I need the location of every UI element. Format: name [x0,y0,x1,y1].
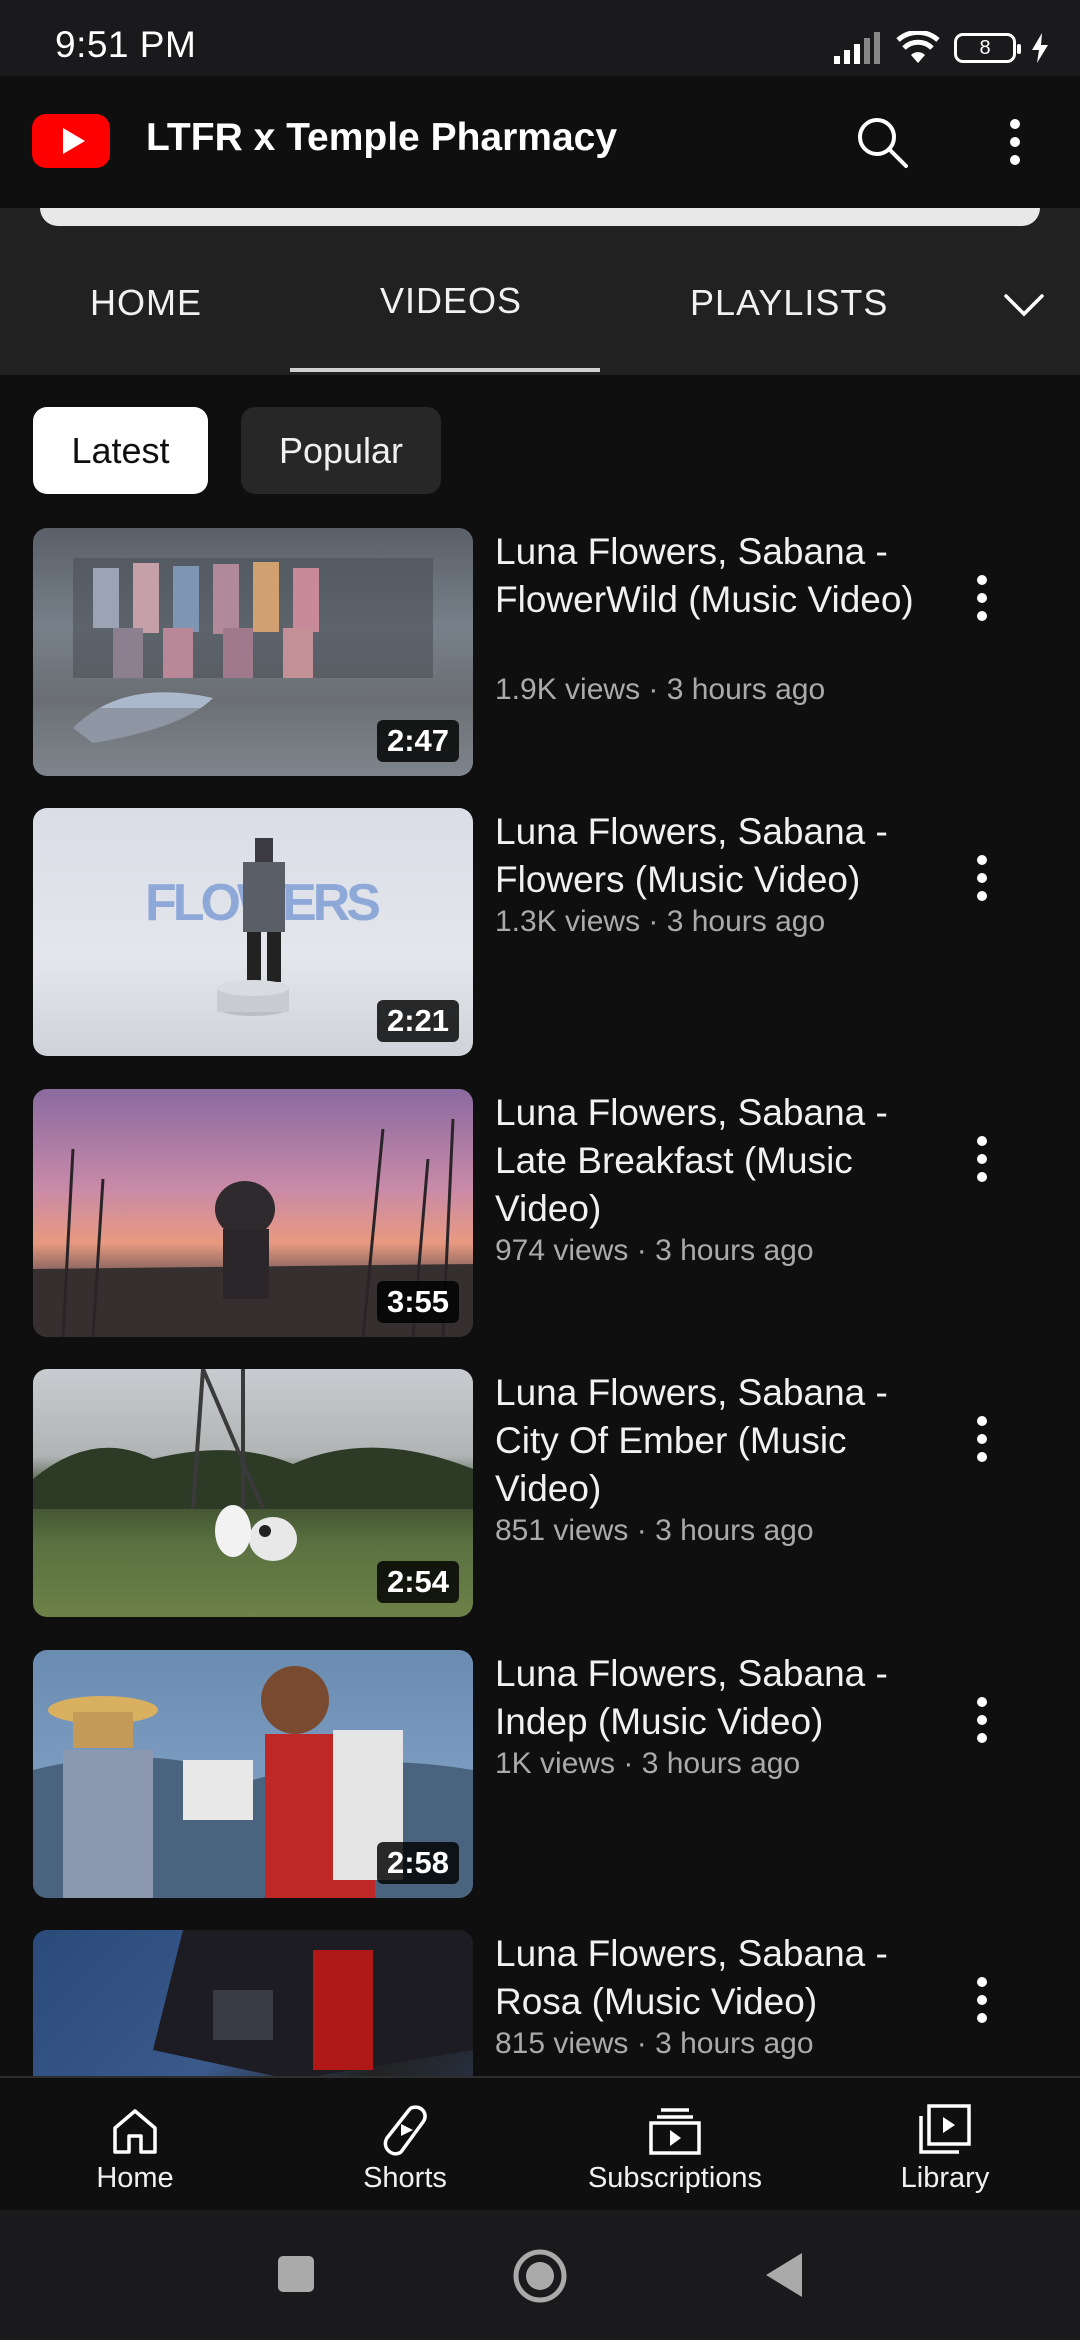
video-thumbnail[interactable]: FLOWERS 2:21 [33,808,473,1056]
shorts-icon [383,2105,427,2156]
video-item[interactable]: 2:47 Luna Flowers, Sabana - FlowerWild (… [0,528,1080,788]
video-title[interactable]: Luna Flowers, Sabana - Late Breakfast (M… [495,1089,915,1233]
tab-videos[interactable]: VIDEOS [380,280,522,322]
channel-banner-edge [40,208,1040,226]
recents-icon[interactable] [276,2254,316,2294]
more-options-icon[interactable] [962,1970,1002,2030]
nav-label: Home [96,2162,174,2194]
nav-library[interactable]: Library [810,2078,1080,2210]
nav-shorts[interactable]: Shorts [270,2078,540,2210]
youtube-logo-icon[interactable] [32,114,110,168]
video-title[interactable]: Luna Flowers, Sabana - Indep (Music Vide… [495,1650,915,1746]
status-bar: 9:51 PM 8 [0,0,1080,76]
video-item[interactable]: FLOWERS 2:21 Luna Flowers, Sabana - Flow… [0,808,1080,1068]
library-icon [919,2104,971,2154]
video-thumbnail[interactable]: 2:58 [33,1650,473,1898]
video-meta: 1.3K views · 3 hours ago [495,905,826,938]
status-time: 9:51 PM [55,24,197,65]
chip-popular[interactable]: Popular [241,407,441,494]
video-title[interactable]: Luna Flowers, Sabana - FlowerWild (Music… [495,528,915,624]
duration-badge: 2:21 [376,1000,459,1042]
more-options-icon[interactable] [962,1409,1002,1469]
tab-home[interactable]: HOME [90,282,202,324]
home-icon [113,2109,157,2154]
nav-label: Library [900,2162,990,2194]
video-title[interactable]: Luna Flowers, Sabana - Rosa (Music Video… [495,1930,915,2026]
battery-level: 8 [979,36,991,59]
video-title[interactable]: Luna Flowers, Sabana - City Of Ember (Mu… [495,1369,915,1513]
video-item[interactable]: 2:54 Luna Flowers, Sabana - City Of Embe… [0,1369,1080,1629]
duration-badge: 2:54 [376,1561,459,1603]
battery-icon: 8 [954,33,1021,63]
chip-latest[interactable]: Latest [33,407,208,494]
signal-icon [834,32,880,64]
nav-subscriptions[interactable]: Subscriptions [540,2078,810,2210]
charging-icon [1032,33,1048,63]
video-title[interactable]: Luna Flowers, Sabana - Flowers (Music Vi… [495,808,915,904]
video-thumbnail[interactable]: 2:47 [33,528,473,776]
wifi-icon [896,31,940,63]
app-bar: LTFR x Temple Pharmacy [0,76,1080,208]
status-icons: 8 [834,28,1050,68]
chevron-down-icon[interactable] [1002,290,1046,320]
video-meta: 974 views · 3 hours ago [495,1234,814,1267]
video-meta: 815 views · 3 hours ago [495,2027,814,2060]
nav-label: Shorts [363,2162,447,2194]
video-meta: 1K views · 3 hours ago [495,1747,801,1780]
subscriptions-icon [649,2108,701,2155]
search-icon[interactable] [852,112,912,172]
duration-badge: 2:47 [376,720,459,762]
back-icon[interactable] [762,2250,806,2300]
video-meta: 1.9K views · 3 hours ago [495,673,826,706]
video-thumbnail[interactable]: 3:55 [33,1089,473,1337]
video-item[interactable]: 3:55 Luna Flowers, Sabana - Late Breakfa… [0,1089,1080,1349]
tab-playlists[interactable]: PLAYLISTS [690,282,888,324]
video-thumbnail[interactable]: 2:54 [33,1369,473,1617]
system-navigation-bar [0,2210,1080,2340]
more-options-icon[interactable] [962,1129,1002,1189]
video-item[interactable]: 2:58 Luna Flowers, Sabana - Indep (Music… [0,1650,1080,1910]
duration-badge: 3:55 [376,1281,459,1323]
more-options-icon[interactable] [962,1690,1002,1750]
home-button-icon[interactable] [512,2248,568,2304]
bottom-navigation: Home Shorts Subscriptions Library [0,2076,1080,2210]
more-options-icon[interactable] [962,568,1002,628]
active-tab-indicator [290,368,600,372]
nav-home[interactable]: Home [0,2078,270,2210]
nav-label: Subscriptions [587,2162,763,2194]
more-options-icon[interactable] [962,848,1002,908]
more-options-icon[interactable] [990,112,1040,172]
youtube-channel-videos-screen: 9:51 PM 8 LTFR x Temple Pharmacy HOME VI… [0,0,1080,2340]
video-meta: 851 views · 3 hours ago [495,1514,814,1547]
duration-badge: 2:58 [376,1842,459,1884]
channel-title: LTFR x Temple Pharmacy [146,116,618,159]
